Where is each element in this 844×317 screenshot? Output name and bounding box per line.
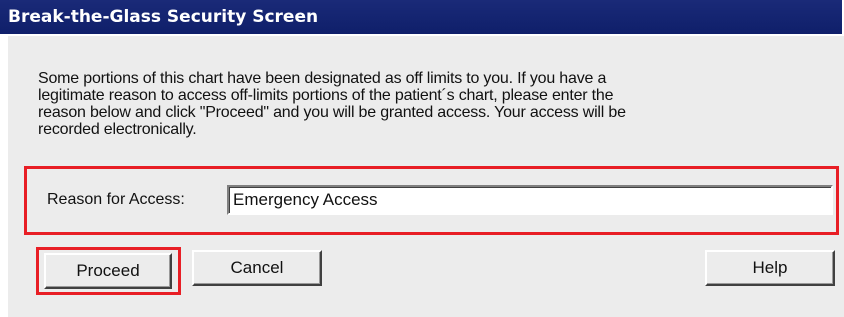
instructions-line-2: legitimate reason to access off-limits p… — [38, 87, 614, 104]
reason-highlight-frame: Reason for Access: — [24, 166, 839, 235]
proceed-highlight-frame: Proceed — [36, 247, 181, 295]
help-button[interactable]: Help — [705, 250, 835, 286]
instructions-text: Some portions of this chart have been de… — [38, 70, 818, 138]
window-title: Break-the-Glass Security Screen — [0, 0, 842, 34]
instructions-line-3: reason below and click "Proceed" and you… — [38, 104, 626, 121]
instructions-line-4: recorded electronically. — [38, 121, 197, 138]
proceed-button[interactable]: Proceed — [44, 253, 172, 289]
instructions-line-1: Some portions of this chart have been de… — [38, 70, 607, 87]
dialog-body: Some portions of this chart have been de… — [8, 36, 844, 317]
reason-for-access-label: Reason for Access: — [47, 191, 185, 208]
cancel-button[interactable]: Cancel — [192, 250, 322, 286]
reason-for-access-input[interactable] — [227, 185, 833, 215]
break-the-glass-dialog: Break-the-Glass Security Screen Some por… — [0, 0, 844, 317]
